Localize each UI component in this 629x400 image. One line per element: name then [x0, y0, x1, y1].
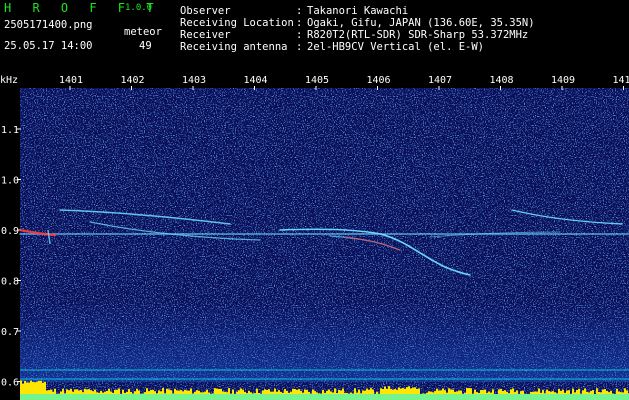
- time-tick-label: 1408: [490, 75, 514, 86]
- time-tick-label: 1410: [613, 75, 629, 86]
- info-sep: :: [296, 17, 303, 29]
- file-name: 2505171400.png: [4, 19, 93, 31]
- meteor-count: 49: [139, 40, 152, 52]
- info-sep: :: [296, 29, 303, 41]
- info-sep: :: [296, 41, 303, 53]
- info-value-location: Ogaki, Gifu, JAPAN (136.60E, 35.35N): [307, 17, 535, 29]
- freq-tick-label: 0.7: [1, 327, 19, 338]
- info-label-location: Receiving Location: [180, 17, 294, 29]
- freq-tick-label: 0.8: [1, 277, 19, 288]
- info-value-observer: Takanori Kawachi: [307, 5, 409, 17]
- time-tick-label: 1405: [305, 75, 329, 86]
- activity-baseline: [20, 394, 629, 400]
- time-tick-label: 1403: [182, 75, 206, 86]
- freq-tick-label: 0.9: [1, 226, 19, 237]
- freq-tick-label: 1.1: [1, 125, 19, 136]
- time-tick-label: 1401: [59, 75, 83, 86]
- y-axis-unit: kHz: [0, 75, 18, 86]
- app-version: 1.0.0: [125, 3, 153, 13]
- info-label-receiver: Receiver: [180, 29, 231, 41]
- file-datetime: 25.05.17 14:00: [4, 40, 93, 52]
- info-label-observer: Observer: [180, 5, 231, 17]
- time-tick-label: 1407: [428, 75, 452, 86]
- info-sep: :: [296, 5, 303, 17]
- spectrogram: 1401 1402 1403 1404 1405 1406 1407 1408 1409 1410…: [0, 72, 629, 400]
- time-tick-label: 1404: [244, 75, 268, 86]
- header: H R O F F T 1.0.0 2505171400.png 25.05.1…: [0, 0, 629, 72]
- time-tick-label: 1406: [367, 75, 391, 86]
- info-value-receiver: R820T2(RTL-SDR) SDR-Sharp 53.372MHz: [307, 29, 529, 41]
- info-value-antenna: 2el-HB9CV Vertical (el. E-W): [307, 41, 485, 53]
- time-tick-label: 1402: [121, 75, 145, 86]
- meteor-label: meteor: [124, 26, 162, 38]
- info-label-antenna: Receiving antenna: [180, 41, 288, 53]
- freq-tick-label: 1.0: [1, 176, 19, 187]
- time-tick-label: 1409: [551, 75, 575, 86]
- freq-tick-label: 0.6: [1, 378, 19, 389]
